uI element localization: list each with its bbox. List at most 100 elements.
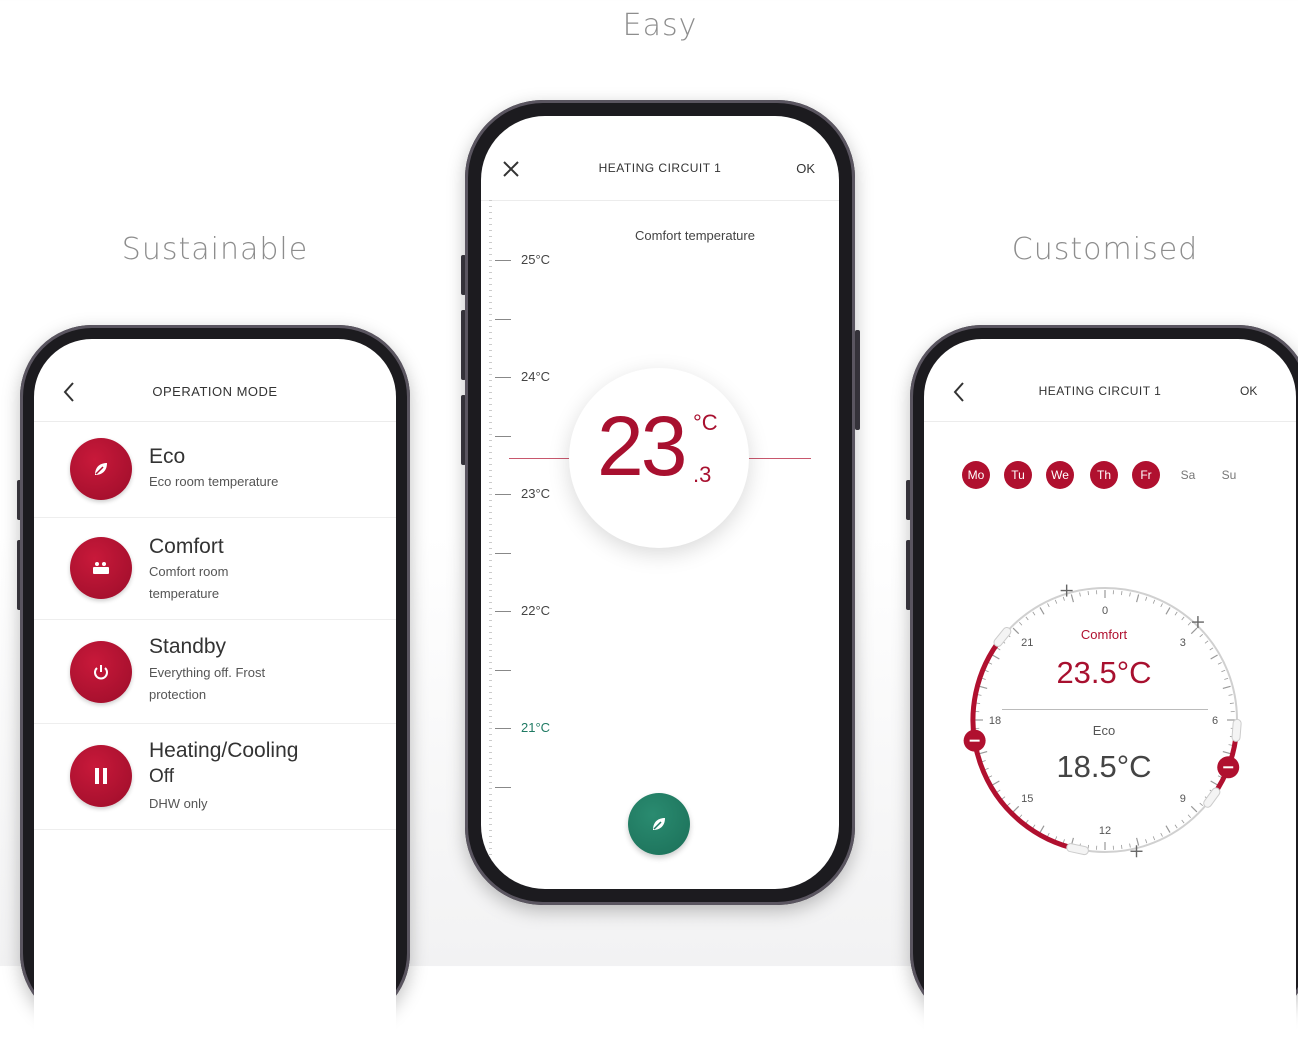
mode-subtitle: Everything off. Frost — [149, 662, 265, 684]
scale-minor-tick — [489, 734, 492, 735]
dial-tick — [1182, 820, 1184, 823]
eco-temperature: 18.5°C — [1024, 749, 1184, 785]
dial-tick — [1026, 617, 1028, 620]
scale-minor-tick — [489, 692, 492, 693]
weekday-selector: Mo Tu We Th Fr Sa Su — [924, 461, 1296, 491]
scale-minor-tick — [489, 476, 492, 477]
schedule-dial[interactable]: 036912151821 — [950, 565, 1260, 875]
dial-handle[interactable] — [992, 626, 1012, 648]
scale-minor-tick — [489, 410, 492, 411]
scale-minor-tick — [489, 854, 492, 855]
mode-item-comfort[interactable]: Comfort Comfort room temperature — [34, 517, 396, 620]
ok-button[interactable]: OK — [1240, 384, 1257, 398]
scale-minor-tick — [489, 548, 492, 549]
left-screen: OPERATION MODE Eco Eco room temperature … — [34, 339, 396, 1039]
scale-minor-tick — [489, 800, 492, 801]
scale-minor-tick — [489, 314, 492, 315]
dial-tick — [1055, 600, 1057, 604]
dial-tick — [1013, 806, 1019, 812]
scale-minor-tick — [489, 212, 492, 213]
dial-tick — [1188, 815, 1191, 818]
scale-minor-tick — [489, 764, 492, 765]
scale-half-tick — [495, 553, 511, 554]
scale-minor-tick — [489, 752, 492, 753]
dial-tick — [1146, 839, 1147, 843]
dial-tick — [1230, 703, 1234, 704]
pause-icon — [70, 745, 132, 807]
scale-minor-tick — [489, 644, 492, 645]
scale-major-tick — [495, 494, 511, 495]
scale-minor-tick — [489, 560, 492, 561]
scale-minor-tick — [489, 746, 492, 747]
scale-minor-tick — [489, 278, 492, 279]
temperature-dial[interactable]: 23 °C .3 — [569, 368, 749, 548]
dial-tick — [1002, 797, 1005, 799]
dial-tick — [1048, 603, 1050, 607]
dial-tick — [1055, 836, 1057, 840]
day-toggle-th[interactable]: Th — [1090, 461, 1118, 489]
dial-handle[interactable] — [1232, 719, 1242, 742]
scale-minor-tick — [489, 830, 492, 831]
scale-minor-tick — [489, 788, 492, 789]
dial-tick — [1175, 612, 1177, 615]
scale-minor-tick — [489, 422, 492, 423]
right-screen: HEATING CIRCUIT 1 OK MoTuWeThFrSaSu 0369… — [924, 339, 1296, 1039]
scale-minor-tick — [489, 452, 492, 453]
scale-minor-tick — [489, 434, 492, 435]
day-toggle-we[interactable]: We — [1046, 461, 1074, 489]
dial-tick — [1175, 825, 1177, 828]
dial-tick — [977, 695, 981, 696]
day-toggle-tu[interactable]: Tu — [1004, 461, 1032, 489]
mode-item-standby[interactable]: Standby Everything off. Frost protection — [34, 619, 396, 724]
dial-tick — [982, 761, 986, 762]
day-toggle-su[interactable]: Su — [1215, 461, 1243, 489]
scale-minor-tick — [489, 386, 492, 387]
scale-minor-tick — [489, 722, 492, 723]
mode-title: Heating/Cooling — [149, 739, 298, 763]
eco-button[interactable] — [628, 793, 690, 855]
comfort-temperature: 23.5°C — [1024, 655, 1184, 691]
scale-minor-tick — [489, 566, 492, 567]
dial-tick — [1019, 622, 1022, 625]
dial-tick — [1088, 591, 1089, 595]
dial-tick — [1200, 803, 1203, 806]
scale-minor-tick — [489, 482, 492, 483]
dial-tick — [1191, 628, 1197, 634]
dial-tick — [988, 776, 992, 778]
dial-tick — [985, 768, 989, 770]
day-toggle-fr[interactable]: Fr — [1132, 461, 1160, 489]
dial-tick — [992, 655, 999, 659]
dial-tick — [1007, 803, 1010, 806]
day-toggle-sa[interactable]: Sa — [1174, 461, 1202, 489]
scale-half-tick — [495, 787, 511, 788]
scale-major-tick — [495, 728, 511, 729]
scale-minor-tick — [489, 398, 492, 399]
scale-minor-tick — [489, 602, 492, 603]
mode-item-eco[interactable]: Eco Eco room temperature — [34, 421, 396, 518]
dial-tick — [1080, 592, 1081, 596]
day-toggle-mo[interactable]: Mo — [962, 461, 990, 489]
temperature-scale[interactable]: 25°C24°C23°C22°C21°C — [481, 200, 581, 889]
ok-button[interactable]: OK — [796, 161, 815, 176]
caption-easy: Easy — [560, 8, 760, 43]
dial-tick — [1161, 833, 1163, 837]
mode-subtitle-line2: protection — [149, 684, 206, 706]
scale-minor-tick — [489, 650, 492, 651]
dial-tick — [985, 670, 989, 672]
scale-minor-tick — [489, 266, 492, 267]
scale-minor-tick — [489, 230, 492, 231]
scale-minor-tick — [489, 824, 492, 825]
scale-minor-tick — [489, 206, 492, 207]
scale-minor-tick — [489, 596, 492, 597]
scale-minor-tick — [489, 368, 492, 369]
mode-item-heating-cooling-off[interactable]: Heating/Cooling Off DHW only — [34, 723, 396, 830]
scale-minor-tick — [489, 572, 492, 573]
mode-subtitle-line2: temperature — [149, 583, 219, 605]
dial-handle[interactable] — [1066, 843, 1089, 855]
scale-minor-tick — [489, 272, 492, 273]
scale-minor-tick — [489, 878, 492, 879]
dial-handle[interactable] — [1202, 786, 1221, 809]
scale-minor-tick — [489, 362, 492, 363]
caption-customised: Customised — [990, 232, 1220, 267]
center-header: HEATING CIRCUIT 1 OK — [481, 116, 839, 201]
